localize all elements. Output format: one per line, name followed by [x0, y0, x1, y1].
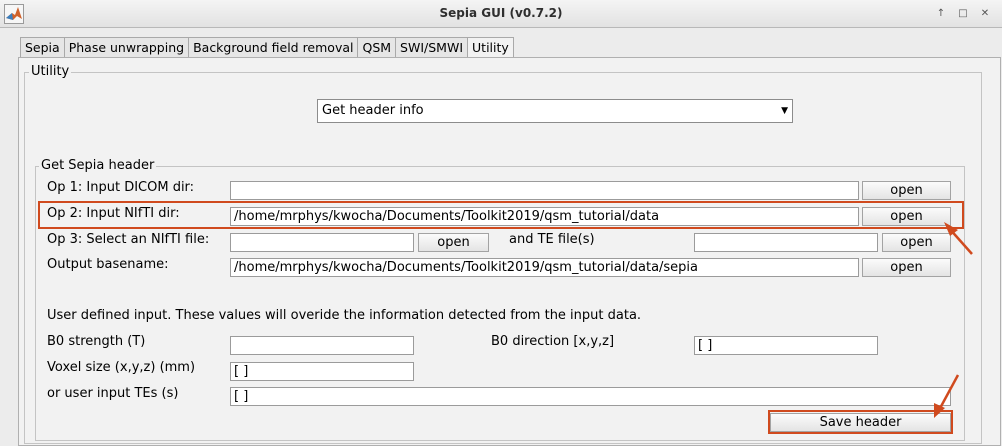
annotation-arrows [934, 222, 973, 418]
arrow-to-open-button-icon [944, 222, 973, 255]
arrow-to-save-header-icon [934, 374, 960, 418]
